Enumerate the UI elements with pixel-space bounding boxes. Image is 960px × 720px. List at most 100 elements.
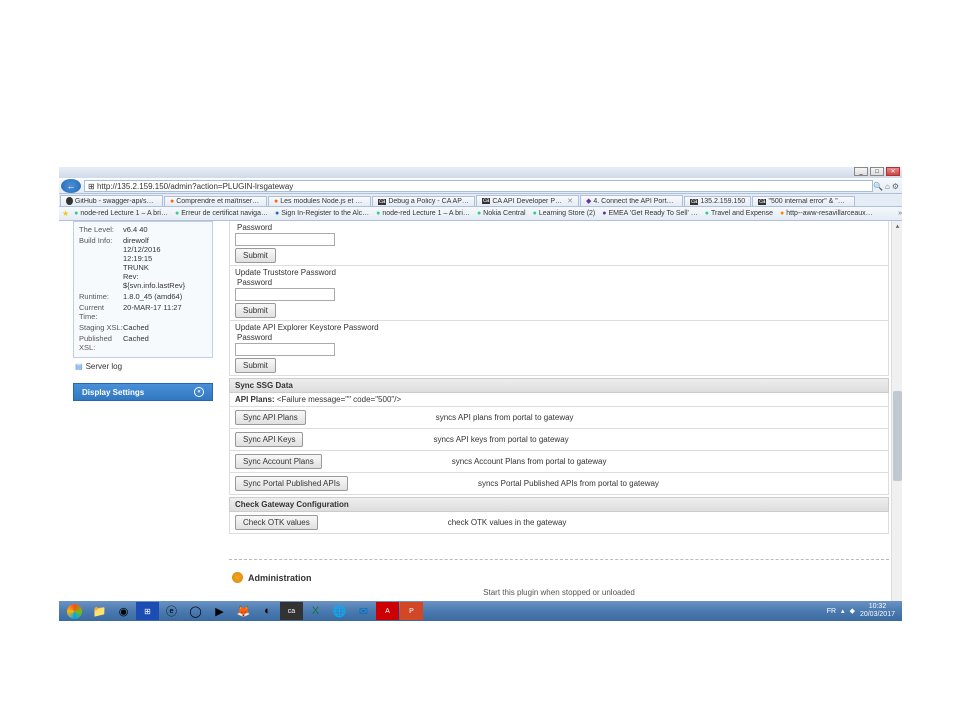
windows-taskbar: 📁 ◉ ⊞ ⓔ ◯ ▶ 🦊 ◐ ca X 🌐 ✉ A P FR ▴ ◆ 10:3… — [59, 601, 902, 621]
administration-header: Administration — [229, 572, 889, 583]
browser-tab[interactable]: caCA API Developer Portal: P…✕ — [476, 195, 579, 206]
window-maximize-button[interactable]: □ — [870, 167, 884, 176]
sync-desc: syncs Account Plans from portal to gatew… — [322, 457, 883, 466]
browser-tab[interactable]: caDebug a Policy - CA API Gate… — [372, 196, 475, 206]
task-firefox[interactable]: 🦊 — [232, 602, 255, 620]
start-button[interactable] — [61, 602, 87, 620]
bookmark-item[interactable]: ●Learning Store (2) — [530, 209, 599, 218]
task-pdf[interactable]: A — [376, 602, 399, 620]
info-row: Published XSL:Cached — [79, 334, 207, 352]
bookmark-item[interactable]: ●http--aww-resavillarceaux… — [777, 209, 876, 218]
task-chrome[interactable]: ◯ — [184, 602, 207, 620]
back-button[interactable]: ← — [61, 179, 81, 193]
sync-desc: syncs Portal Published APIs from portal … — [348, 479, 883, 488]
site-icon: ⊞ — [88, 182, 95, 191]
apiexp-submit-button[interactable]: Submit — [235, 358, 276, 373]
info-row: Runtime:1.8.0_45 (amd64) — [79, 292, 207, 301]
system-tray: FR ▴ ◆ 10:32 20/03/2017 — [827, 603, 900, 619]
browser-tab[interactable]: ●Les modules Node.js et NPM … — [268, 196, 371, 206]
browser-window: _ □ ✕ ← ⊞ http://135.2.159.150/admin?act… — [59, 167, 902, 621]
task-app-1[interactable]: ◉ — [112, 602, 135, 620]
url-field[interactable]: ⊞ http://135.2.159.150/admin?action=PLUG… — [84, 180, 873, 192]
bookmark-item[interactable]: ●EMEA 'Get Ready To Sell' … — [599, 209, 701, 218]
server-log-link[interactable]: ▤ Server log — [73, 360, 213, 373]
sync-button[interactable]: Sync API Plans — [235, 410, 306, 425]
log-icon: ▤ — [75, 362, 83, 371]
truststore-pw-label: Password — [235, 278, 272, 287]
browser-tab[interactable]: ◆4. Connect the API Portal to t… — [580, 195, 683, 206]
scroll-thumb[interactable] — [893, 391, 902, 481]
tab-strip: GitHub - swagger-api/swagg…●Comprendre e… — [59, 194, 902, 207]
info-row: Staging XSL:Cached — [79, 323, 207, 332]
task-ca[interactable]: ca — [280, 602, 303, 620]
task-excel[interactable]: X — [304, 602, 327, 620]
window-minimize-button[interactable]: _ — [854, 167, 868, 176]
bookmarks-bar: ★ ●node-red Lecture 1 – A bri…●Erreur de… — [59, 207, 902, 221]
windows-orb-icon — [67, 604, 82, 619]
sync-row: Sync Portal Published APIssyncs Portal P… — [229, 473, 889, 495]
browser-tab[interactable]: GitHub - swagger-api/swagg… — [60, 195, 163, 206]
task-ie[interactable]: ⓔ — [160, 602, 183, 620]
gear-icon[interactable]: ⚙ — [892, 182, 899, 191]
browser-tab[interactable]: ca135.2.159.150 — [684, 196, 751, 206]
display-settings-header[interactable]: Display Settings « — [73, 383, 213, 401]
truststore-submit-button[interactable]: Submit — [235, 303, 276, 318]
check-otk-button[interactable]: Check OTK values — [235, 515, 318, 530]
home-icon[interactable]: ⌂ — [885, 182, 890, 191]
truststore-password-input[interactable] — [235, 288, 335, 301]
task-media[interactable]: ▶ — [208, 602, 231, 620]
task-powerpoint[interactable]: P — [400, 602, 423, 620]
task-globe[interactable]: 🌐 — [328, 602, 351, 620]
tab-close-icon[interactable]: ✕ — [567, 197, 573, 205]
sync-button[interactable]: Sync Portal Published APIs — [235, 476, 348, 491]
bookmark-item[interactable]: ●Erreur de certificat naviga… — [172, 209, 271, 218]
browser-tab[interactable]: ●Comprendre et maîtriser npm… — [164, 196, 267, 206]
page-content: The Level:v6.4 40Build Info:direwolf12/1… — [59, 221, 891, 621]
sync-button[interactable]: Sync Account Plans — [235, 454, 322, 469]
window-close-button[interactable]: ✕ — [886, 167, 900, 176]
bookmark-item[interactable]: ●node-red Lecture 1 – A bri… — [373, 209, 473, 218]
password-input[interactable] — [235, 233, 335, 246]
api-plans-status: API Plans: API Plans: <Failure message="… — [229, 393, 889, 407]
info-row: The Level:v6.4 40 — [79, 225, 207, 234]
check-gateway-header: Check Gateway Configuration — [229, 497, 889, 512]
plugin-note: Start this plugin when stopped or unload… — [229, 588, 889, 597]
clock[interactable]: 10:32 20/03/2017 — [860, 603, 895, 619]
vertical-scrollbar[interactable]: ▴ ▾ — [891, 221, 902, 621]
sync-row: Sync Account Planssyncs Account Plans fr… — [229, 451, 889, 473]
favorites-star-icon[interactable]: ★ — [62, 209, 69, 218]
address-bar: ← ⊞ http://135.2.159.150/admin?action=PL… — [59, 179, 902, 194]
sync-ssg-header: Sync SSG Data — [229, 378, 889, 393]
task-explorer[interactable]: 📁 — [88, 602, 111, 620]
system-info-panel: The Level:v6.4 40Build Info:direwolf12/1… — [73, 221, 213, 358]
password-label: Password — [235, 223, 272, 232]
tray-icon-2[interactable]: ◆ — [850, 607, 855, 615]
language-indicator[interactable]: FR — [827, 608, 836, 615]
bookmark-item[interactable]: ●node-red Lecture 1 – A bri… — [71, 209, 171, 218]
apiexp-password-input[interactable] — [235, 343, 335, 356]
window-titlebar: _ □ ✕ — [59, 167, 902, 178]
admin-gear-icon — [232, 572, 243, 583]
sync-button[interactable]: Sync API Keys — [235, 432, 303, 447]
tray-icon[interactable]: ▴ — [841, 607, 845, 615]
url-text: http://135.2.159.150/admin?action=PLUGIN… — [97, 182, 293, 191]
check-otk-desc: check OTK values in the gateway — [318, 518, 883, 527]
sync-desc: syncs API plans from portal to gateway — [306, 413, 883, 422]
apiexp-title: Update API Explorer Keystore Password — [235, 323, 883, 332]
scroll-up-arrow[interactable]: ▴ — [893, 222, 902, 231]
bookmark-item[interactable]: ●Nokia Central — [474, 209, 529, 218]
divider — [229, 559, 889, 560]
task-outlook[interactable]: ✉ — [352, 602, 375, 620]
task-app-3[interactable]: ◐ — [256, 602, 279, 620]
bookmarks-overflow-icon[interactable]: » — [898, 210, 902, 217]
browser-tab[interactable]: ca"500 internal error" & "Asserti… — [752, 196, 855, 206]
bookmark-item[interactable]: ●Sign In-Register to the Alc… — [272, 209, 372, 218]
search-icon[interactable]: 🔍 — [873, 182, 883, 191]
truststore-title: Update Truststore Password — [235, 268, 883, 277]
bookmark-item[interactable]: ●Travel and Expense — [702, 209, 776, 218]
collapse-icon[interactable]: « — [194, 387, 204, 397]
sync-desc: syncs API keys from portal to gateway — [303, 435, 883, 444]
submit-button[interactable]: Submit — [235, 248, 276, 263]
task-app-2[interactable]: ⊞ — [136, 602, 159, 620]
apiexp-pw-label: Password — [235, 333, 272, 342]
